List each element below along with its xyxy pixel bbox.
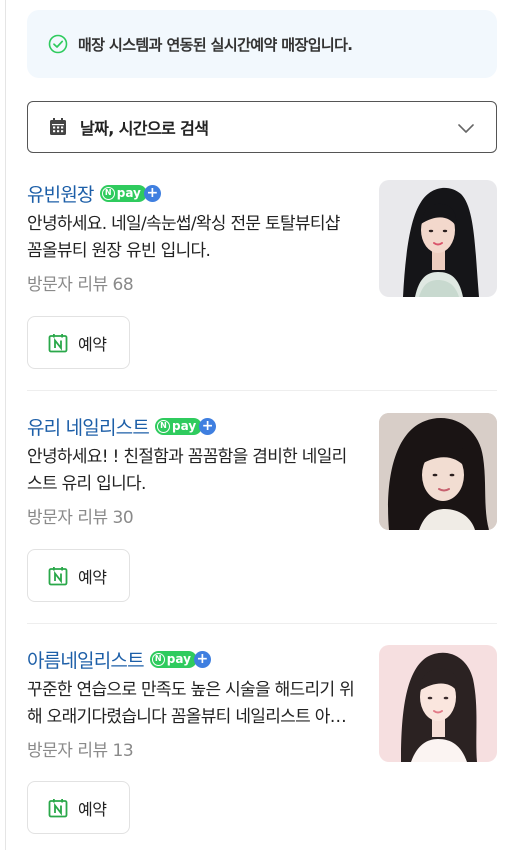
stylist-description: 안녕하세요! ! 친절함과 꼼꼼함을 겸비한 네일리스트 유리 입니다.	[27, 447, 347, 494]
book-button-label: 예약	[78, 334, 107, 354]
plus-icon: +	[193, 650, 211, 668]
stylist-name-link[interactable]: 아름네일리스트	[27, 646, 145, 673]
plus-icon: +	[143, 184, 161, 202]
notice-text: 매장 시스템과 연동된 실시간예약 매장입니다.	[78, 35, 353, 54]
stylist-description: 안녕하세요. 네일/속눈썹/왁싱 전문 토탈뷰티샵 꼼올뷰티 원장 유빈 입니다…	[27, 214, 340, 261]
check-circle-icon	[47, 33, 69, 55]
naver-booking-icon	[48, 333, 68, 353]
book-button-label: 예약	[78, 567, 107, 587]
npay-n-icon: N	[157, 419, 171, 433]
left-border	[5, 0, 6, 850]
stylist-photo[interactable]	[379, 645, 497, 762]
plus-icon: +	[199, 417, 217, 435]
stylist-photo[interactable]	[379, 180, 497, 297]
divider	[27, 623, 497, 624]
stylist-name-link[interactable]: 유리 네일리스트	[27, 413, 150, 440]
book-button[interactable]: 예약	[27, 781, 130, 834]
naver-booking-icon	[48, 566, 68, 586]
naver-booking-icon	[48, 798, 68, 818]
stylist-name-link[interactable]: 유빈원장	[27, 180, 95, 207]
npay-plus-badge: Npay +	[155, 417, 217, 435]
stylist-photo[interactable]	[379, 413, 497, 530]
calendar-icon	[48, 117, 68, 137]
book-button[interactable]: 예약	[27, 549, 130, 602]
date-time-search-label: 날짜, 시간으로 검색	[80, 119, 209, 138]
divider	[27, 390, 497, 391]
stylist-card: 아름네일리스트 Npay + 꾸준한 연습으로 만족도 높은 시술을 해드리기 …	[27, 645, 497, 834]
stylist-description: 꾸준한 연습으로 만족도 높은 시술을 해드리기 위해 오래기다렸습니다 꼼올뷰…	[27, 680, 355, 727]
npay-n-icon: N	[151, 652, 165, 666]
book-button[interactable]: 예약	[27, 316, 130, 369]
date-time-search-dropdown[interactable]: 날짜, 시간으로 검색	[27, 101, 497, 153]
npay-plus-badge: Npay +	[99, 184, 161, 202]
chevron-down-icon	[456, 118, 476, 138]
npay-plus-badge: Npay +	[149, 650, 211, 668]
book-button-label: 예약	[78, 799, 107, 819]
npay-n-icon: N	[101, 186, 115, 200]
realtime-booking-notice: 매장 시스템과 연동된 실시간예약 매장입니다.	[27, 10, 497, 78]
stylist-card: 유빈원장 Npay + 안녕하세요. 네일/속눈썹/왁싱 전문 토탈뷰티샵 꼼올…	[27, 179, 497, 369]
stylist-card: 유리 네일리스트 Npay + 안녕하세요! ! 친절함과 꼼꼼함을 겸비한 네…	[27, 412, 497, 602]
